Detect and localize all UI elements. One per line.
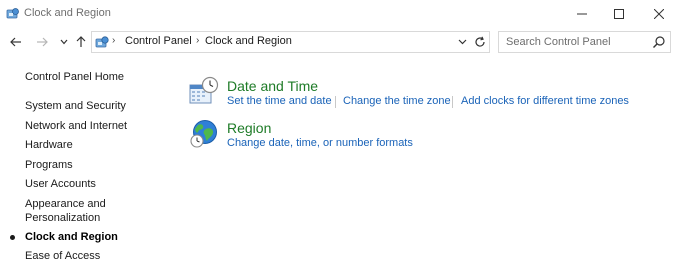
- up-arrow-icon: [76, 36, 86, 47]
- link-divider: [335, 96, 336, 108]
- search-icon[interactable]: [652, 35, 666, 49]
- back-button[interactable]: [7, 32, 25, 52]
- title-bar: Clock and Region: [0, 0, 678, 28]
- window-title: Clock and Region: [24, 7, 111, 19]
- minimize-button[interactable]: [563, 0, 601, 28]
- link-divider: [452, 96, 453, 108]
- sidebar-item-appearance[interactable]: Appearance and: [25, 198, 106, 211]
- minimize-icon: [577, 13, 587, 15]
- breadcrumb-separator[interactable]: ›: [112, 35, 115, 46]
- up-button[interactable]: [72, 32, 90, 52]
- sidebar-item-network-and-internet[interactable]: Network and Internet: [25, 120, 127, 133]
- chevron-down-icon: [458, 39, 466, 45]
- recent-locations-button[interactable]: [55, 32, 73, 52]
- sidebar: Control Panel Home System and Security N…: [0, 62, 180, 268]
- sidebar-item-system-and-security[interactable]: System and Security: [25, 100, 126, 113]
- refresh-button[interactable]: [472, 33, 488, 51]
- sidebar-item-personalization[interactable]: Personalization: [25, 212, 100, 225]
- region-title[interactable]: Region: [227, 120, 271, 136]
- address-dropdown-button[interactable]: [455, 33, 469, 51]
- breadcrumb-clock-and-region[interactable]: Clock and Region: [205, 35, 292, 47]
- search-box[interactable]: [498, 31, 671, 53]
- sidebar-item-control-panel-home[interactable]: Control Panel Home: [25, 71, 124, 84]
- chevron-down-icon: [60, 39, 68, 45]
- search-input[interactable]: [499, 32, 649, 52]
- navigation-bar: › Control Panel › Clock and Region: [0, 29, 678, 55]
- control-panel-icon: [6, 8, 19, 19]
- sidebar-item-ease-of-access[interactable]: Ease of Access: [25, 250, 100, 263]
- breadcrumb-control-panel[interactable]: Control Panel: [125, 35, 192, 47]
- sidebar-item-programs[interactable]: Programs: [25, 159, 73, 172]
- add-clocks-link[interactable]: Add clocks for different time zones: [461, 95, 629, 107]
- refresh-icon: [475, 36, 485, 47]
- control-panel-icon: [95, 36, 109, 48]
- sidebar-item-user-accounts[interactable]: User Accounts: [25, 178, 96, 191]
- forward-arrow-icon: [37, 37, 48, 47]
- active-item-bullet: [10, 235, 15, 240]
- date-and-time-title[interactable]: Date and Time: [227, 78, 318, 94]
- sidebar-item-clock-and-region[interactable]: Clock and Region: [25, 231, 118, 244]
- breadcrumb-separator[interactable]: ›: [196, 35, 199, 46]
- close-button[interactable]: [640, 0, 678, 28]
- maximize-icon: [614, 9, 624, 19]
- close-icon: [654, 9, 664, 19]
- sidebar-item-hardware[interactable]: Hardware: [25, 139, 73, 152]
- back-arrow-icon: [10, 37, 21, 47]
- change-formats-link[interactable]: Change date, time, or number formats: [227, 137, 413, 149]
- maximize-button[interactable]: [600, 0, 638, 28]
- address-bar[interactable]: › Control Panel › Clock and Region: [91, 31, 490, 53]
- set-time-and-date-link[interactable]: Set the time and date: [227, 95, 332, 107]
- change-time-zone-link[interactable]: Change the time zone: [343, 95, 451, 107]
- date-time-icon[interactable]: [189, 76, 219, 106]
- region-globe-icon[interactable]: [189, 119, 219, 149]
- forward-button[interactable]: [33, 32, 51, 52]
